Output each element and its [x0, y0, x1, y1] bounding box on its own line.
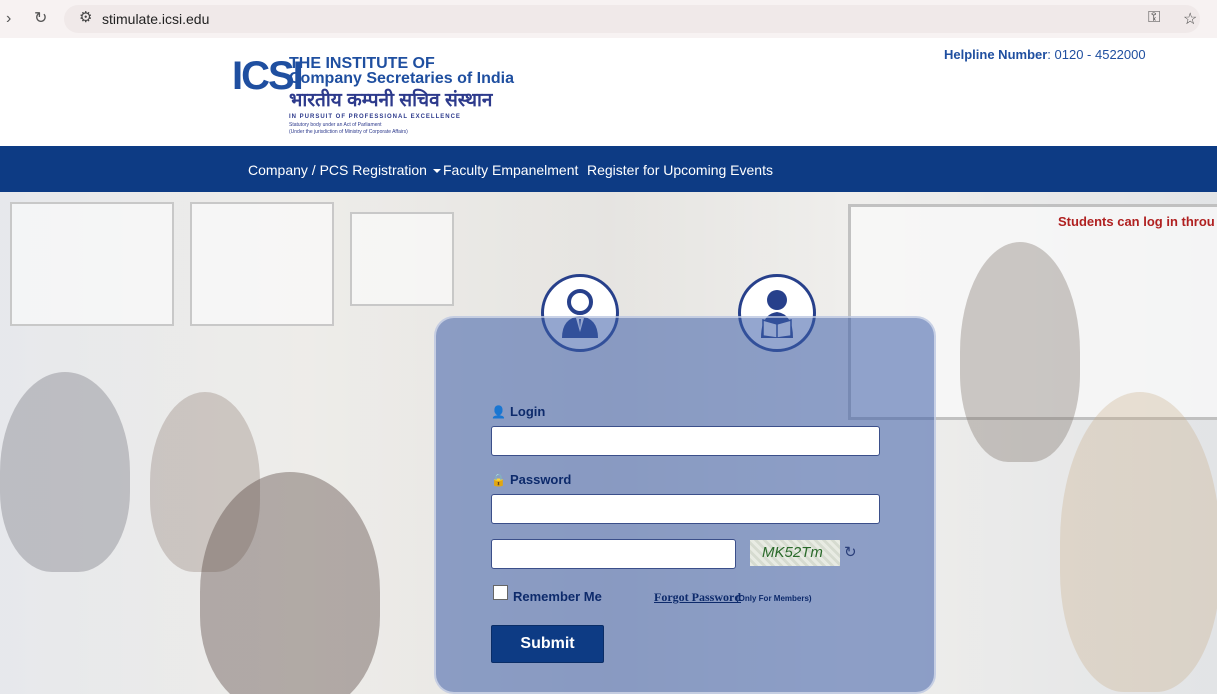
logo-hindi: भारतीय कम्पनी सचिव संस्थान	[289, 90, 493, 111]
helpline-label: Helpline Number	[944, 47, 1048, 62]
bg-student	[0, 372, 130, 572]
forgot-password-link[interactable]: Forgot Password	[654, 590, 741, 605]
nav-item-label: Company / PCS Registration	[248, 162, 427, 178]
bg-teacher	[960, 242, 1080, 462]
site-header: ICSI THE INSTITUTE OF Company Secretarie…	[0, 38, 1217, 146]
logo-subtitle-2: (Under the jurisdiction of Ministry of C…	[289, 129, 408, 135]
star-icon[interactable]: ☆	[1183, 9, 1197, 29]
nav-company-pcs-registration[interactable]: Company / PCS Registration	[248, 162, 441, 178]
address-bar[interactable]	[64, 5, 1200, 33]
submit-button[interactable]: Submit	[491, 625, 604, 663]
nav-faculty-empanelment[interactable]: Faculty Empanelment	[443, 162, 578, 178]
helpline-number: : 0120 - 4522000	[1047, 47, 1146, 62]
key-icon[interactable]: ⚿	[1148, 9, 1160, 27]
refresh-captcha-icon[interactable]: ↻	[844, 543, 857, 561]
browser-toolbar: › ↻ ⚙ stimulate.icsi.edu ⚿ ☆	[0, 0, 1217, 39]
captcha-text: MK52Tm	[762, 544, 823, 561]
bg-student-foreground	[200, 472, 380, 694]
lock-icon: 🔒	[491, 473, 506, 487]
reload-icon[interactable]: ↻	[34, 9, 47, 29]
forgot-password-note: (Only For Members)	[736, 594, 812, 603]
logo-tagline: IN PURSUIT OF PROFESSIONAL EXCELLENCE	[289, 114, 461, 120]
bg-window	[190, 202, 334, 326]
password-label-text: Password	[509, 472, 572, 487]
logo-line2: Company Secretaries of India	[289, 70, 514, 87]
login-label: 👤 Login	[491, 404, 545, 419]
remember-me-checkbox[interactable]	[493, 585, 508, 600]
bg-window	[10, 202, 174, 326]
nav-register-upcoming-events[interactable]: Register for Upcoming Events	[587, 162, 773, 178]
captcha-image: MK52Tm	[750, 540, 840, 566]
chevron-right-icon[interactable]: ›	[6, 9, 11, 29]
main-nav: Company / PCS Registration Faculty Empan…	[0, 146, 1217, 192]
captcha-input[interactable]	[491, 539, 736, 569]
password-label: 🔒 Password	[491, 472, 571, 487]
site-info-icon[interactable]: ⚙	[79, 8, 92, 26]
logo-subtitle-1: Statutory body under an Act of Parliamen…	[289, 122, 382, 128]
login-label-text: Login	[509, 404, 546, 419]
login-input[interactable]	[491, 426, 880, 456]
helpline: Helpline Number: 0120 - 4522000	[944, 47, 1146, 62]
password-input[interactable]	[491, 494, 880, 524]
bg-window	[350, 212, 454, 306]
user-icon: 👤	[491, 405, 506, 419]
remember-me-label[interactable]: Remember Me	[513, 589, 602, 604]
bg-student	[1060, 392, 1217, 692]
url-text[interactable]: stimulate.icsi.edu	[102, 11, 209, 27]
marquee-notice: Students can log in throu	[1058, 214, 1215, 229]
caret-down-icon	[432, 169, 441, 174]
